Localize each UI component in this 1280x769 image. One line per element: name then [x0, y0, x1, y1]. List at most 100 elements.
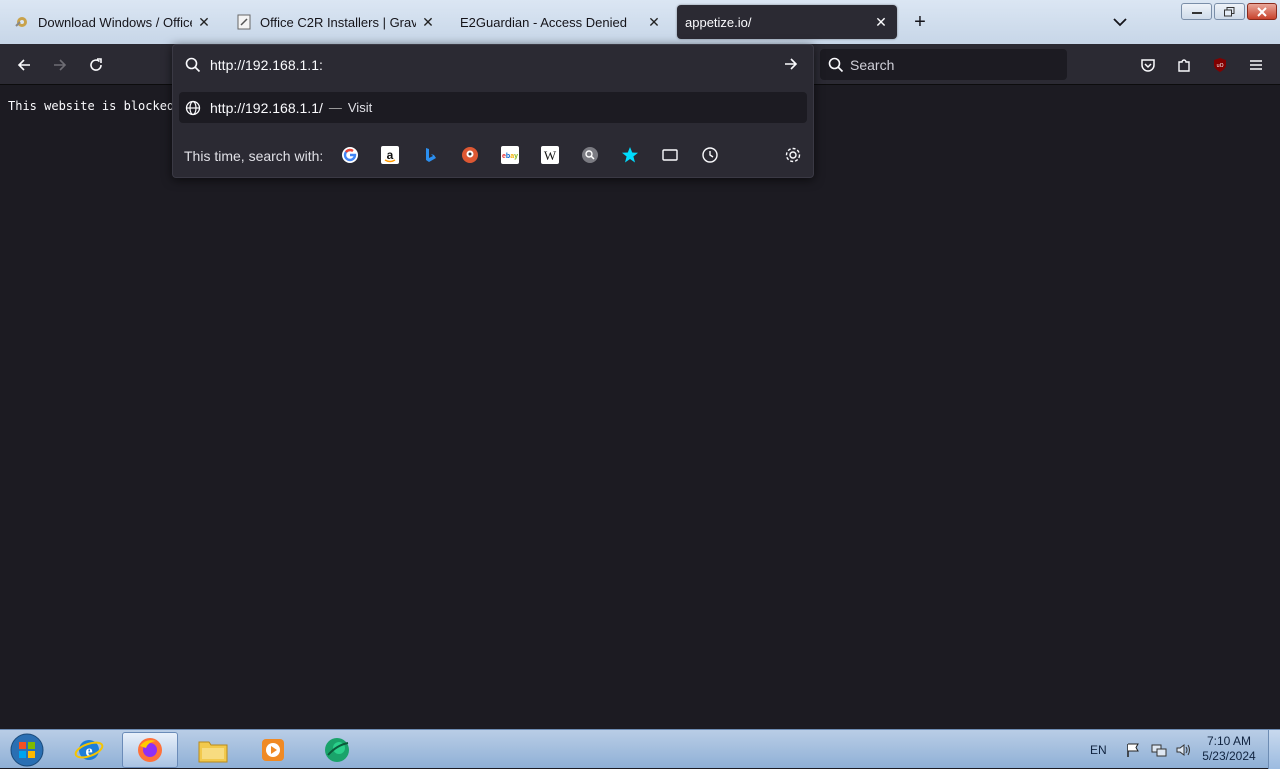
close-tab-icon[interactable]: ✕ [873, 14, 889, 30]
pocket-button[interactable] [1135, 52, 1161, 78]
search-settings-button[interactable] [783, 145, 803, 165]
language-indicator[interactable]: EN [1090, 743, 1107, 757]
tab-strip: Download Windows / Office | M ✕ Office C… [0, 0, 1280, 44]
internet-explorer-icon: e [74, 740, 104, 760]
bing-engine-button[interactable] [420, 145, 440, 165]
firefox-icon [138, 738, 162, 762]
ublock-button[interactable]: uO [1207, 52, 1233, 78]
search-placeholder: Search [850, 56, 895, 73]
page-content: This website is blocked [0, 86, 1280, 729]
close-icon [1257, 6, 1267, 17]
volume-icon[interactable] [1175, 742, 1191, 758]
tab-label: Office C2R Installers | Gravesoft [260, 14, 416, 30]
suggestion-url: http://192.168.1.1/ [210, 99, 323, 116]
generic-search-engine-button[interactable] [580, 145, 600, 165]
file-explorer-taskbar-button[interactable] [185, 732, 241, 768]
taskbar-clock[interactable]: 7:10 AM 5/23/2024 [1196, 734, 1262, 764]
duckduckgo-engine-button[interactable] [460, 145, 480, 165]
svg-text:uO: uO [1216, 63, 1223, 69]
back-button[interactable] [11, 52, 37, 78]
globe-icon [185, 100, 201, 116]
minimize-button[interactable] [1181, 3, 1212, 20]
google-engine-button[interactable] [340, 145, 360, 165]
close-tab-icon[interactable]: ✕ [646, 14, 662, 30]
gear-icon [785, 147, 801, 163]
amazon-icon: a [381, 146, 399, 164]
pocket-icon [1141, 59, 1155, 72]
forward-button[interactable] [47, 52, 73, 78]
back-arrow-icon [17, 59, 30, 71]
search-icon [185, 57, 201, 78]
svg-text:W: W [544, 148, 557, 163]
app-menu-button[interactable] [1243, 52, 1269, 78]
internet-explorer-taskbar-button[interactable]: e [61, 732, 117, 768]
windows-start-orb-icon [10, 733, 44, 767]
ebay-icon: ebay [501, 146, 519, 164]
wikipedia-icon: W [541, 146, 559, 164]
bookmarks-search-button[interactable] [620, 145, 640, 165]
go-arrow-icon[interactable] [783, 56, 799, 77]
url-suggestion[interactable]: http://192.168.1.1/ — Visit [179, 92, 807, 123]
blocked-message: This website is blocked [8, 99, 175, 113]
gear-favicon-icon [14, 14, 30, 30]
history-search-button[interactable] [700, 145, 720, 165]
green-globe-icon [325, 738, 349, 762]
chevron-down-icon [1113, 18, 1127, 27]
reload-button[interactable] [83, 52, 109, 78]
show-desktop-button[interactable] [1268, 730, 1280, 769]
app-taskbar-button[interactable] [309, 732, 365, 768]
close-tab-icon[interactable]: ✕ [420, 14, 436, 30]
clock-date: 5/23/2024 [1202, 749, 1256, 763]
firefox-taskbar-button[interactable] [122, 732, 178, 768]
bing-icon [426, 148, 436, 162]
network-icon[interactable] [1151, 742, 1167, 758]
star-icon [622, 147, 638, 163]
tab-e2guardian[interactable]: E2Guardian - Access Denied ✕ [452, 5, 670, 39]
urlbar-popup: http://192.168.1.1/ — Visit This time, s… [172, 44, 814, 178]
system-tray: EN [1090, 730, 1191, 769]
media-player-taskbar-button[interactable] [245, 732, 301, 768]
magnifier-engine-icon [582, 147, 598, 163]
list-all-tabs-button[interactable] [1108, 10, 1132, 34]
tab-appetize[interactable]: appetize.io/ ✕ [677, 5, 897, 39]
ebay-engine-button[interactable]: ebay [500, 145, 520, 165]
amazon-engine-button[interactable]: a [380, 145, 400, 165]
hamburger-menu-icon [1250, 60, 1262, 70]
page-favicon-icon [236, 14, 252, 30]
tab-label: appetize.io/ [685, 14, 752, 30]
svg-text:ebay: ebay [502, 153, 518, 160]
url-input[interactable] [210, 54, 770, 76]
minimize-icon [1191, 11, 1202, 14]
suggestion-action: Visit [347, 100, 373, 115]
tab-icon [662, 149, 678, 161]
puzzle-piece-icon [1178, 59, 1190, 72]
forward-arrow-icon [54, 59, 67, 71]
start-button[interactable] [0, 732, 54, 768]
tabs-search-button[interactable] [660, 145, 680, 165]
tab-download-windows[interactable]: Download Windows / Office | M ✕ [6, 5, 220, 39]
restore-button[interactable] [1214, 3, 1245, 20]
duckduckgo-icon [462, 147, 478, 163]
clock-time: 7:10 AM [1206, 734, 1252, 748]
windows-taskbar: e EN 7:10 AM 5/23/2024 [0, 729, 1280, 769]
media-player-icon [262, 739, 284, 761]
new-tab-button[interactable]: + [908, 10, 932, 34]
extensions-button[interactable] [1171, 52, 1197, 78]
suggestion-separator: — [328, 100, 342, 115]
ublock-origin-icon: uO [1214, 58, 1226, 72]
google-icon [342, 147, 358, 163]
window-close-button[interactable] [1247, 3, 1277, 20]
restore-icon [1224, 6, 1235, 16]
folder-icon [198, 741, 228, 763]
oneoff-label: This time, search with: [184, 148, 324, 164]
wikipedia-engine-button[interactable]: W [540, 145, 560, 165]
tab-label: E2Guardian - Access Denied [460, 14, 627, 30]
reload-icon [90, 58, 102, 71]
tab-label: Download Windows / Office | M [38, 14, 192, 30]
search-icon [828, 57, 844, 73]
svg-text:a: a [387, 148, 394, 162]
search-box[interactable]: Search [820, 49, 1067, 80]
close-tab-icon[interactable]: ✕ [196, 14, 212, 30]
action-center-flag-icon[interactable] [1125, 742, 1141, 758]
tab-office-c2r[interactable]: Office C2R Installers | Gravesoft ✕ [228, 5, 444, 39]
